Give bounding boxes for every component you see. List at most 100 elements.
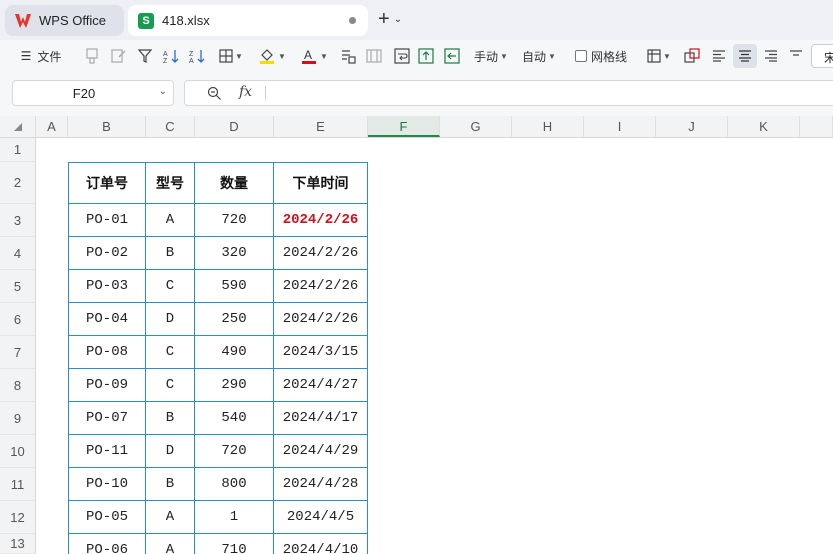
cell-model[interactable]: C bbox=[145, 368, 195, 402]
cell-order-no[interactable]: PO-08 bbox=[68, 335, 146, 369]
cell-order-no[interactable]: PO-01 bbox=[68, 203, 146, 237]
chevron-down-icon[interactable]: ⌄ bbox=[159, 86, 167, 97]
manual-button[interactable]: 手动 ▼ bbox=[470, 44, 512, 68]
row-header-9[interactable]: 9 bbox=[0, 402, 36, 435]
column-header-b[interactable]: B bbox=[68, 116, 146, 137]
cell-order-time[interactable]: 2024/4/17 bbox=[273, 401, 368, 435]
font-color-button[interactable]: A ▼ bbox=[298, 44, 330, 68]
function-icon[interactable]: fx bbox=[239, 84, 252, 100]
merge-cells-icon[interactable] bbox=[364, 44, 384, 68]
cell-model[interactable]: A bbox=[145, 533, 195, 554]
column-header-g[interactable]: G bbox=[440, 116, 512, 137]
cell-quantity[interactable]: 290 bbox=[194, 368, 274, 402]
cell-order-no[interactable]: PO-05 bbox=[68, 500, 146, 534]
align-right-icon[interactable] bbox=[760, 44, 782, 68]
cell-quantity[interactable]: 320 bbox=[194, 236, 274, 270]
row-header-2[interactable]: 2 bbox=[0, 162, 36, 204]
convert-icon[interactable] bbox=[338, 44, 358, 68]
select-all-corner[interactable] bbox=[0, 116, 36, 137]
cell-order-no[interactable]: PO-11 bbox=[68, 434, 146, 468]
column-width-icon[interactable] bbox=[442, 44, 462, 68]
cell-model[interactable]: D bbox=[145, 302, 195, 336]
tab-wps-office[interactable]: WPS Office bbox=[5, 5, 124, 36]
filter-icon[interactable] bbox=[136, 44, 154, 68]
row-header-1[interactable]: 1 bbox=[0, 138, 36, 162]
cell-model[interactable]: C bbox=[145, 335, 195, 369]
column-header-a[interactable]: A bbox=[36, 116, 68, 137]
cell-quantity[interactable]: 710 bbox=[194, 533, 274, 554]
row-header-8[interactable]: 8 bbox=[0, 369, 36, 402]
cell-quantity[interactable]: 540 bbox=[194, 401, 274, 435]
cell-model[interactable]: A bbox=[145, 203, 195, 237]
header-model[interactable]: 型号 bbox=[145, 162, 195, 204]
gridlines-toggle[interactable]: 网格线 bbox=[572, 44, 630, 68]
cell-order-no[interactable]: PO-09 bbox=[68, 368, 146, 402]
cell-order-no[interactable]: PO-03 bbox=[68, 269, 146, 303]
row-height-icon[interactable] bbox=[416, 44, 436, 68]
formula-bar[interactable]: fx bbox=[184, 80, 833, 106]
cell-quantity[interactable]: 720 bbox=[194, 434, 274, 468]
row-header-13[interactable]: 13 bbox=[0, 534, 36, 554]
cell-quantity[interactable]: 720 bbox=[194, 203, 274, 237]
column-header-c[interactable]: C bbox=[146, 116, 195, 137]
column-header-f[interactable]: F bbox=[368, 116, 440, 137]
align-top-icon[interactable] bbox=[786, 44, 806, 68]
cell-quantity[interactable]: 250 bbox=[194, 302, 274, 336]
header-order-no[interactable]: 订单号 bbox=[68, 162, 146, 204]
cell-order-time[interactable]: 2024/3/15 bbox=[273, 335, 368, 369]
row-header-3[interactable]: 3 bbox=[0, 204, 36, 237]
column-header-e[interactable]: E bbox=[274, 116, 368, 137]
align-left-icon[interactable] bbox=[708, 44, 730, 68]
column-header-j[interactable]: J bbox=[656, 116, 728, 137]
align-center-icon[interactable] bbox=[733, 44, 757, 68]
cell-order-time[interactable]: 2024/2/26 bbox=[273, 269, 368, 303]
cell-order-time[interactable]: 2024/2/26 bbox=[273, 236, 368, 270]
row-header-6[interactable]: 6 bbox=[0, 303, 36, 336]
row-header-12[interactable]: 12 bbox=[0, 501, 36, 534]
cell-order-time[interactable]: 2024/4/29 bbox=[273, 434, 368, 468]
cell-quantity[interactable]: 490 bbox=[194, 335, 274, 369]
auto-button[interactable]: 自动 ▼ bbox=[518, 44, 560, 68]
gridlines-checkbox[interactable] bbox=[574, 50, 587, 62]
cell-order-time[interactable]: 2024/2/26 bbox=[273, 203, 368, 237]
row-header-11[interactable]: 11 bbox=[0, 468, 36, 501]
cell-quantity[interactable]: 1 bbox=[194, 500, 274, 534]
header-quantity[interactable]: 数量 bbox=[194, 162, 274, 204]
fill-color-button[interactable]: ▼ bbox=[256, 44, 288, 68]
row-header-4[interactable]: 4 bbox=[0, 237, 36, 270]
name-box[interactable]: F20 ⌄ bbox=[12, 80, 174, 106]
wrap-text-icon[interactable] bbox=[392, 44, 412, 68]
clear-format-icon[interactable] bbox=[108, 44, 128, 68]
cell-model[interactable]: A bbox=[145, 500, 195, 534]
unsaved-dot-icon[interactable] bbox=[349, 17, 356, 24]
cell-order-time[interactable]: 2024/2/26 bbox=[273, 302, 368, 336]
row-header-10[interactable]: 10 bbox=[0, 435, 36, 468]
cell-model[interactable]: B bbox=[145, 401, 195, 435]
column-header-d[interactable]: D bbox=[195, 116, 274, 137]
format-painter-icon[interactable] bbox=[82, 44, 102, 68]
cell-model[interactable]: D bbox=[145, 434, 195, 468]
cell-order-time[interactable]: 2024/4/5 bbox=[273, 500, 368, 534]
row-header-7[interactable]: 7 bbox=[0, 336, 36, 369]
cell-model[interactable]: B bbox=[145, 236, 195, 270]
sort-ascending-icon[interactable]: AZ bbox=[160, 44, 182, 68]
borders-button[interactable]: ▼ bbox=[216, 44, 246, 68]
cell-quantity[interactable]: 590 bbox=[194, 269, 274, 303]
column-header-k[interactable]: K bbox=[728, 116, 800, 137]
cell-order-time[interactable]: 2024/4/10 bbox=[273, 533, 368, 554]
header-order-time[interactable]: 下单时间 bbox=[273, 162, 368, 204]
cell-order-no[interactable]: PO-02 bbox=[68, 236, 146, 270]
sort-descending-icon[interactable]: ZA bbox=[186, 44, 208, 68]
cell-order-time[interactable]: 2024/4/27 bbox=[273, 368, 368, 402]
cell-order-no[interactable]: PO-06 bbox=[68, 533, 146, 554]
cell-order-no[interactable]: PO-10 bbox=[68, 467, 146, 501]
cell-quantity[interactable]: 800 bbox=[194, 467, 274, 501]
cell-model[interactable]: B bbox=[145, 467, 195, 501]
cell-order-no[interactable]: PO-04 bbox=[68, 302, 146, 336]
cell-model[interactable]: C bbox=[145, 269, 195, 303]
column-header-h[interactable]: H bbox=[512, 116, 584, 137]
font-name-dropdown[interactable]: 宋 bbox=[811, 44, 833, 68]
new-tab-button[interactable]: + ⌄ bbox=[378, 8, 402, 31]
cell-order-no[interactable]: PO-07 bbox=[68, 401, 146, 435]
tab-file[interactable]: S 418.xlsx bbox=[128, 5, 368, 36]
